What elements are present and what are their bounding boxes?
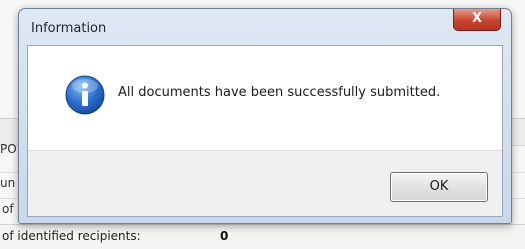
info-icon bbox=[65, 75, 105, 115]
recipients-count: 0 bbox=[220, 229, 229, 243]
background-text-fragment: PO bbox=[0, 142, 17, 156]
background-text-fragment: un bbox=[0, 176, 16, 190]
dialog-separator bbox=[28, 150, 502, 151]
close-button[interactable]: X bbox=[453, 9, 501, 31]
dialog-message-area: All documents have been successfully sub… bbox=[28, 46, 502, 150]
background-text-fragment: of bbox=[2, 202, 14, 216]
recipients-label: of identified recipients: bbox=[2, 229, 141, 243]
dialog-title: Information bbox=[31, 21, 107, 36]
dialog-titlebar[interactable]: Information X bbox=[19, 9, 511, 45]
information-dialog: Information X All documents have been su… bbox=[18, 8, 512, 224]
background-footer-row: of identified recipients: 0 bbox=[0, 224, 525, 249]
close-icon: X bbox=[471, 11, 483, 26]
dialog-client-area: All documents have been successfully sub… bbox=[27, 45, 503, 217]
ok-button[interactable]: OK bbox=[390, 172, 488, 202]
dialog-message: All documents have been successfully sub… bbox=[118, 85, 441, 100]
